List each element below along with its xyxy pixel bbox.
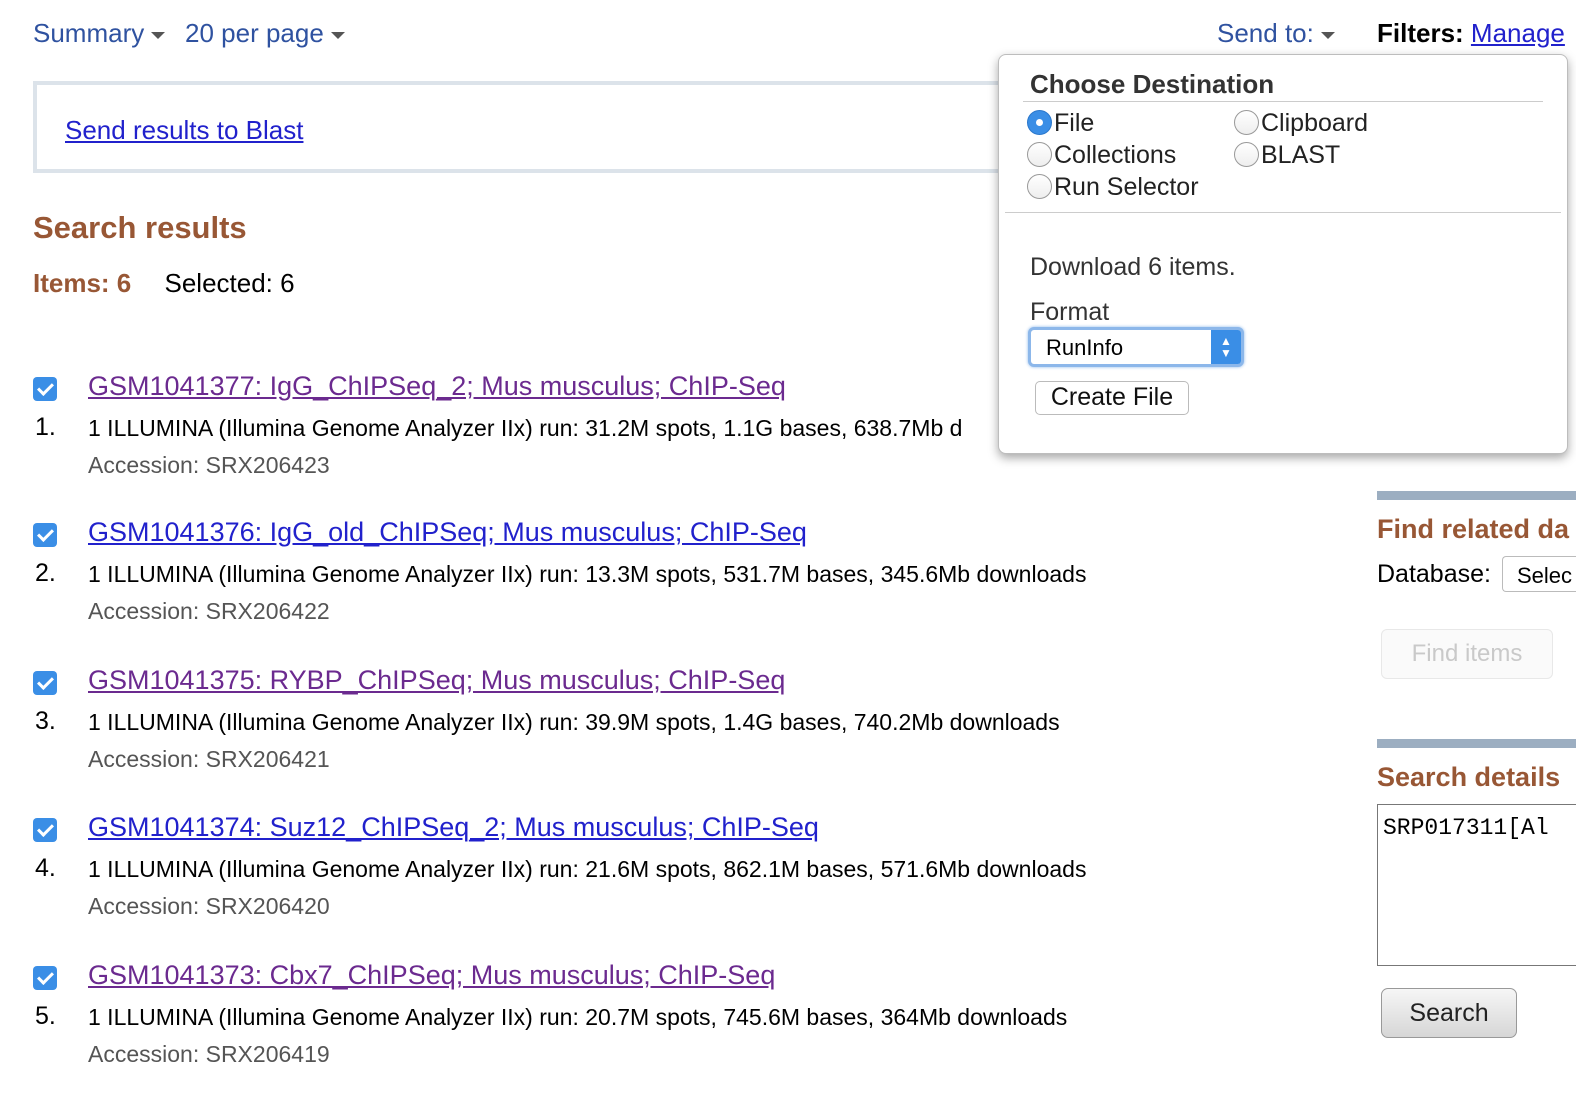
result-title-link[interactable]: GSM1041374: Suz12_ChIPSeq_2; Mus musculu…: [88, 812, 819, 843]
result-checkbox[interactable]: [33, 818, 57, 842]
result-description: 1 ILLUMINA (Illumina Genome Analyzer IIx…: [88, 709, 1060, 735]
summary-dropdown[interactable]: Summary: [33, 18, 166, 49]
per-page-label: 20 per page: [185, 18, 324, 48]
chevron-down-icon: [151, 31, 166, 39]
items-count: Items: 6: [33, 268, 132, 298]
search-results-title: Search results: [33, 210, 247, 245]
popup-title: Choose Destination: [1030, 69, 1275, 99]
result-accession: Accession: SRX206422: [88, 598, 330, 624]
send-to-dropdown[interactable]: Send to:: [1217, 18, 1335, 49]
result-accession: Accession: SRX206423: [88, 452, 330, 478]
result-description: 1 ILLUMINA (Illumina Genome Analyzer IIx…: [88, 561, 1087, 587]
result-item: 5. GSM1041373: Cbx7_ChIPSeq; Mus musculu…: [0, 960, 1340, 1086]
result-accession: Accession: SRX206421: [88, 746, 330, 772]
result-accession: Accession: SRX206420: [88, 893, 330, 919]
radio-collections-label: Collections: [1054, 141, 1177, 169]
find-related-title: Find related da: [1377, 514, 1570, 544]
radio-run-selector-label: Run Selector: [1054, 173, 1199, 201]
chevron-down-icon: [1320, 31, 1335, 39]
per-page-dropdown[interactable]: 20 per page: [185, 18, 345, 49]
radio-clipboard-label: Clipboard: [1261, 109, 1369, 137]
filters: Filters: Manage: [1377, 18, 1565, 49]
download-count-text: Download 6 items.: [1030, 253, 1236, 281]
sidebar-divider: [1377, 491, 1576, 500]
selected-count: Selected: 6: [164, 268, 295, 298]
sidebar-divider: [1377, 739, 1576, 748]
format-select[interactable]: RunInfo ▲ ▼: [1028, 327, 1244, 367]
result-counts: Items: 6 Selected: 6: [33, 268, 295, 299]
result-description: 1 ILLUMINA (Illumina Genome Analyzer IIx…: [88, 415, 963, 441]
filters-label: Filters:: [1377, 18, 1464, 48]
database-select[interactable]: Selec: [1502, 556, 1576, 592]
result-number: 2.: [35, 559, 56, 587]
radio-blast[interactable]: BLAST: [1234, 141, 1340, 170]
blast-box: Send results to Blast: [33, 81, 1133, 173]
result-number: 5.: [35, 1002, 56, 1030]
create-file-button[interactable]: Create File: [1035, 381, 1189, 415]
result-description: 1 ILLUMINA (Illumina Genome Analyzer IIx…: [88, 1004, 1068, 1030]
result-number: 4.: [35, 854, 56, 882]
summary-label: Summary: [33, 18, 145, 48]
popup-divider: [1023, 101, 1543, 102]
radio-icon: [1027, 173, 1052, 199]
result-description: 1 ILLUMINA (Illumina Genome Analyzer IIx…: [88, 856, 1087, 882]
result-title-link[interactable]: GSM1041375: RYBP_ChIPSeq; Mus musculus; …: [88, 665, 785, 696]
result-title-link[interactable]: GSM1041376: IgG_old_ChIPSeq; Mus musculu…: [88, 517, 807, 548]
result-checkbox[interactable]: [33, 671, 57, 695]
result-number: 1.: [35, 413, 56, 441]
result-accession: Accession: SRX206419: [88, 1041, 330, 1067]
result-title-link[interactable]: GSM1041373: Cbx7_ChIPSeq; Mus musculus; …: [88, 960, 775, 991]
result-title-link[interactable]: GSM1041377: IgG_ChIPSeq_2; Mus musculus;…: [88, 371, 786, 402]
select-stepper-icon: ▲ ▼: [1211, 330, 1241, 364]
radio-icon: [1234, 109, 1259, 135]
result-number: 3.: [35, 707, 56, 735]
find-items-button[interactable]: Find items: [1381, 629, 1553, 679]
database-label: Database:: [1377, 560, 1491, 588]
format-select-value: RunInfo: [1046, 335, 1124, 360]
send-to-blast-link[interactable]: Send results to Blast: [65, 115, 303, 146]
result-checkbox[interactable]: [33, 966, 57, 990]
radio-selected-icon: [1027, 109, 1052, 135]
radio-run-selector[interactable]: Run Selector: [1027, 173, 1199, 202]
radio-clipboard[interactable]: Clipboard: [1234, 109, 1368, 138]
result-item: 3. GSM1041375: RYBP_ChIPSeq; Mus musculu…: [0, 665, 1340, 791]
manage-filters-link[interactable]: Manage: [1471, 18, 1565, 48]
send-to-label: Send to:: [1217, 18, 1314, 48]
radio-icon: [1027, 141, 1052, 167]
search-details-title: Search details: [1377, 762, 1561, 792]
radio-file[interactable]: File: [1027, 109, 1094, 138]
radio-collections[interactable]: Collections: [1027, 141, 1176, 170]
result-item: 2. GSM1041376: IgG_old_ChIPSeq; Mus musc…: [0, 517, 1340, 643]
send-to-popup: Choose Destination File Clipboard Collec…: [998, 54, 1568, 454]
popup-divider: [1005, 212, 1561, 213]
result-checkbox[interactable]: [33, 377, 57, 401]
chevron-down-icon: [330, 31, 345, 39]
result-item: 4. GSM1041374: Suz12_ChIPSeq_2; Mus musc…: [0, 812, 1340, 938]
radio-blast-label: BLAST: [1261, 141, 1341, 169]
search-button[interactable]: Search: [1381, 988, 1517, 1038]
format-label: Format: [1030, 298, 1110, 326]
radio-icon: [1234, 141, 1259, 167]
radio-file-label: File: [1054, 109, 1095, 137]
search-details-textarea[interactable]: SRP017311[Al: [1377, 804, 1576, 966]
result-checkbox[interactable]: [33, 523, 57, 547]
